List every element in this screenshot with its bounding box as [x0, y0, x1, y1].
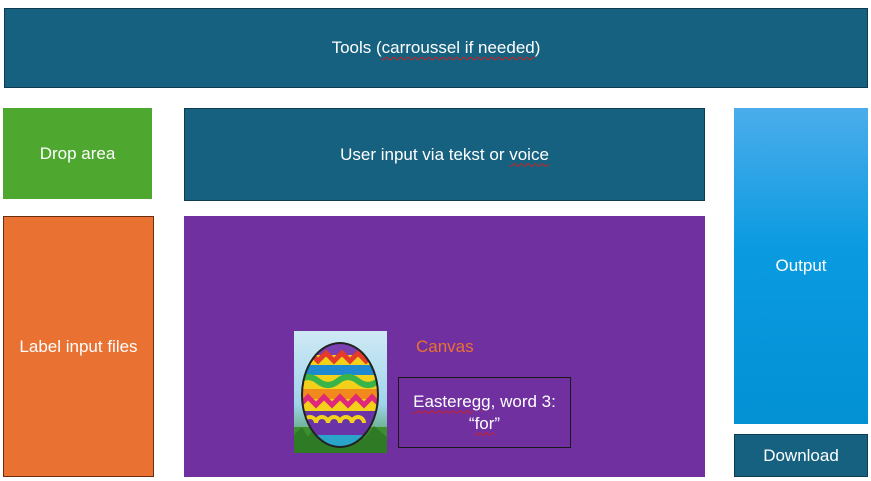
user-input-label: User input via tekst or voice — [340, 144, 549, 164]
canvas-label: Canvas — [416, 337, 474, 356]
tools-label: Tools (carroussel if needed) — [331, 38, 541, 57]
download-label: Download — [763, 445, 839, 465]
user-input-box[interactable]: User input via tekst or voice — [184, 108, 705, 201]
word-box-line1: Easteregg, word 3: — [413, 391, 556, 411]
download-button[interactable]: Download — [734, 434, 868, 477]
word-box-line2: “for” — [468, 413, 501, 433]
tools-carousel[interactable]: Tools (carroussel if needed) — [4, 8, 868, 88]
drop-area-label: Drop area — [39, 143, 116, 163]
word-label-box: Easteregg, word 3: “for” — [398, 377, 571, 448]
label-input-files-panel[interactable]: Label input files — [3, 216, 154, 477]
easter-egg-image — [294, 331, 387, 453]
drop-area[interactable]: Drop area — [3, 108, 152, 199]
output-panel[interactable]: Output — [734, 108, 868, 424]
output-label: Output — [775, 256, 827, 275]
label-input-files-label: Label input files — [19, 336, 138, 356]
